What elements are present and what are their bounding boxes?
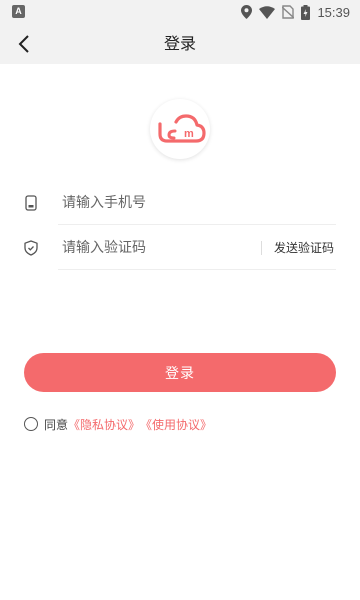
shield-icon (22, 239, 40, 257)
phone-divider (58, 224, 336, 225)
logo-letter: m (184, 128, 194, 140)
phone-icon (22, 194, 40, 212)
code-row: 发送验证码 (22, 226, 336, 270)
phone-row (22, 181, 336, 225)
code-divider (58, 269, 336, 270)
notification-app-icon: A (12, 5, 25, 18)
send-code-button[interactable]: 发送验证码 (274, 238, 334, 258)
cloud-logo-icon: m (158, 114, 206, 143)
login-button[interactable]: 登录 (24, 353, 336, 392)
location-icon (241, 5, 253, 19)
no-sim-icon (282, 5, 295, 19)
page-title: 登录 (163, 34, 196, 53)
phone-input[interactable] (62, 191, 252, 215)
status-icons: 15:39 (241, 3, 350, 21)
code-separator (261, 241, 262, 255)
header: 登录 (0, 24, 360, 64)
app-logo: m (150, 99, 210, 159)
status-left: A (12, 5, 25, 18)
battery-charging-icon (301, 4, 311, 20)
privacy-link[interactable]: 《隐私协议》 (68, 416, 140, 433)
agree-prefix: 同意 (44, 417, 69, 432)
code-input[interactable] (62, 236, 252, 260)
status-time: 15:39 (317, 4, 350, 20)
agreement-row: 同意 《隐私协议》 《使用协议》 (24, 415, 212, 433)
terms-link[interactable]: 《使用协议》 (140, 416, 212, 433)
status-bar: A 15:39 (0, 0, 360, 24)
wifi-icon (259, 5, 276, 19)
agree-radio[interactable] (24, 417, 38, 431)
